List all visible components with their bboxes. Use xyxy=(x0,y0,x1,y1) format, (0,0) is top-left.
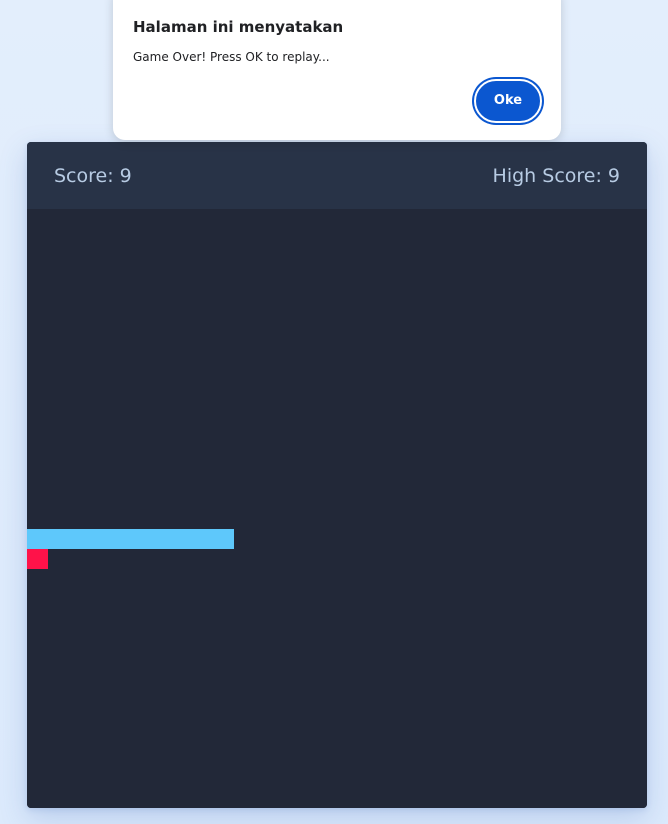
alert-dialog: Halaman ini menyatakan Game Over! Press … xyxy=(113,0,561,140)
game-board[interactable] xyxy=(27,209,647,808)
food-item xyxy=(27,549,48,569)
snake-body xyxy=(27,529,234,549)
score-display: Score: 9 xyxy=(54,165,132,187)
dialog-title: Halaman ini menyatakan xyxy=(133,18,344,36)
dialog-message: Game Over! Press OK to replay... xyxy=(133,50,330,64)
score-bar: Score: 9 High Score: 9 xyxy=(27,142,647,209)
ok-button[interactable]: Oke xyxy=(474,79,542,123)
high-score-display: High Score: 9 xyxy=(492,165,620,187)
game-container: Score: 9 High Score: 9 xyxy=(27,142,647,808)
